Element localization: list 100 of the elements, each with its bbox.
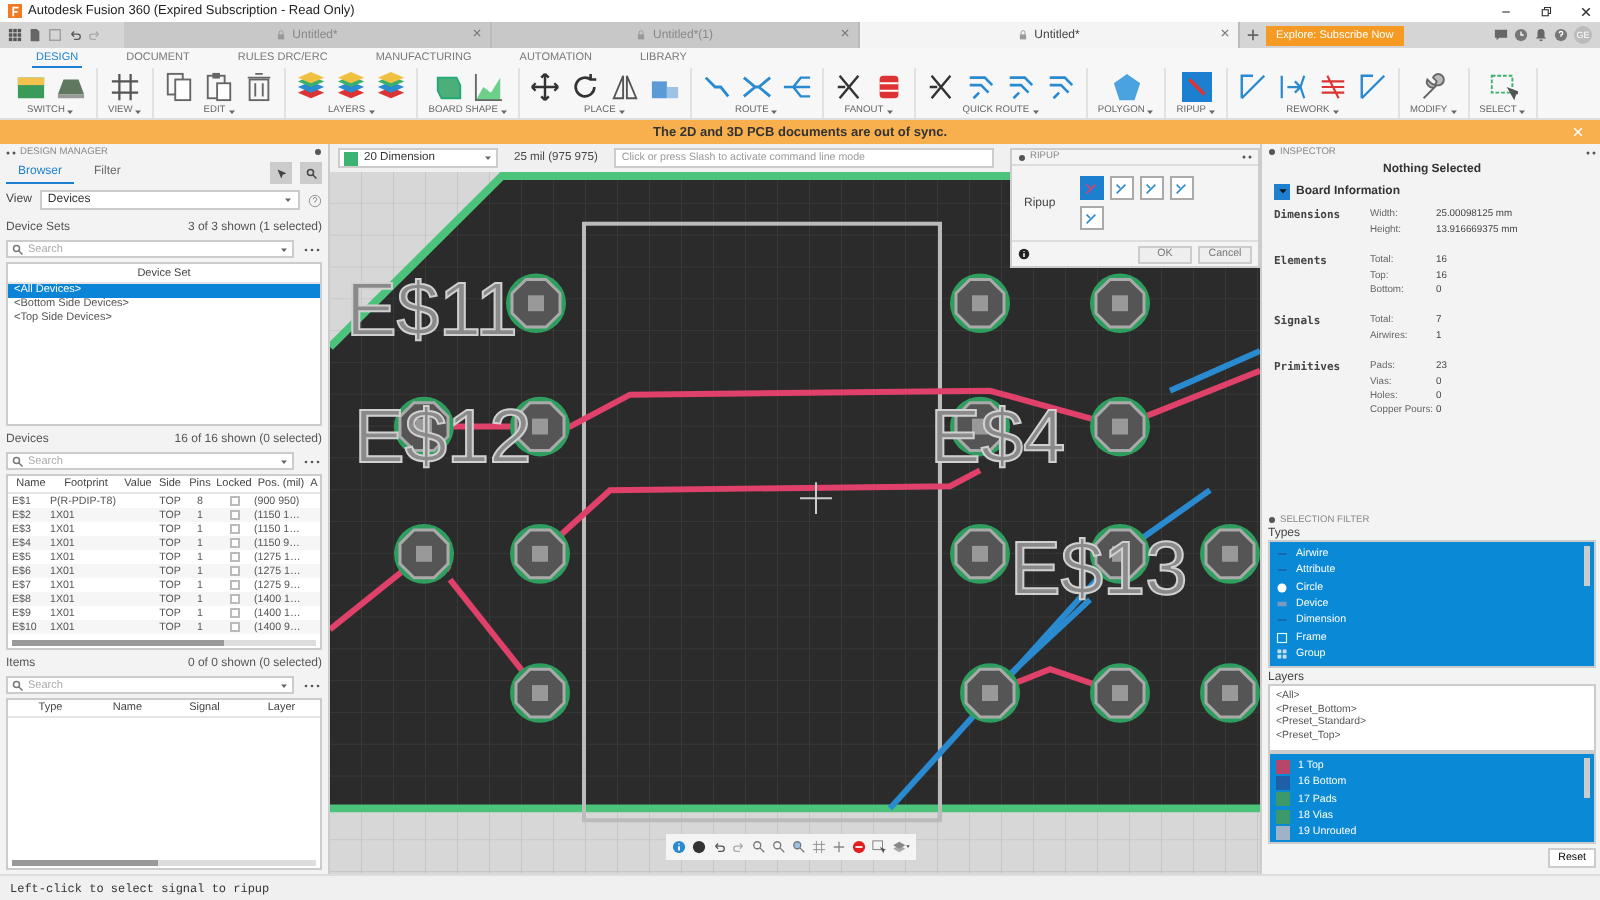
- board-icon[interactable]: [16, 72, 46, 102]
- caret-icon: [484, 154, 492, 162]
- rework-icon[interactable]: [1237, 72, 1268, 102]
- parallel-lines-icon[interactable]: [1317, 72, 1348, 102]
- help-icon[interactable]: [308, 193, 322, 207]
- locked-checkbox[interactable]: [229, 594, 239, 604]
- locked-checkbox[interactable]: [229, 538, 239, 548]
- select-tool-button[interactable]: [270, 162, 292, 184]
- route-icon[interactable]: [701, 72, 732, 102]
- layers-icon[interactable]: [296, 72, 327, 102]
- arrow-to-line-icon[interactable]: [1277, 72, 1308, 102]
- trace-icon: [1144, 181, 1159, 195]
- trash-icon[interactable]: [244, 72, 275, 102]
- ripup-option-button[interactable]: [1169, 176, 1194, 200]
- move-icon[interactable]: [529, 72, 560, 102]
- caret-icon: [284, 196, 292, 204]
- wrench-icon[interactable]: [1418, 72, 1449, 102]
- plus-icon[interactable]: [1246, 28, 1260, 42]
- trace-icon: [1174, 181, 1189, 195]
- apps-grid-icon[interactable]: [8, 28, 22, 42]
- zoom-tool-button[interactable]: [300, 162, 322, 184]
- vertical-scrollbar[interactable]: [1584, 546, 1590, 586]
- rotate-icon[interactable]: [569, 72, 600, 102]
- line-icon: [1276, 548, 1288, 561]
- layers-icon[interactable]: [336, 72, 367, 102]
- locked-checkbox[interactable]: [229, 552, 239, 562]
- layers-icon[interactable]: [892, 840, 910, 854]
- zoom-out-icon[interactable]: [772, 840, 786, 854]
- chat-icon[interactable]: [1494, 28, 1508, 42]
- trace-icon: [1084, 211, 1099, 225]
- search-icon: [12, 243, 24, 255]
- locked-checkbox[interactable]: [229, 524, 239, 534]
- search-icon: [12, 679, 24, 691]
- zoom-fit-icon[interactable]: [792, 840, 806, 854]
- ripup-option-button[interactable]: [1109, 176, 1134, 200]
- copy-icon[interactable]: [164, 72, 195, 102]
- split-route-icon[interactable]: [741, 72, 772, 102]
- scissor-route-icon[interactable]: [925, 72, 956, 102]
- caret-icon: [280, 457, 288, 465]
- locked-checkbox[interactable]: [229, 496, 239, 506]
- quick-route-icon[interactable]: [1045, 72, 1076, 102]
- grid-icon[interactable]: [110, 72, 141, 102]
- panel-options-icon: [1586, 149, 1596, 155]
- paste-icon[interactable]: [204, 72, 235, 102]
- fan-lines-icon[interactable]: [781, 72, 812, 102]
- close-icon[interactable]: [1580, 5, 1592, 17]
- ripup-option-button[interactable]: [1079, 206, 1104, 230]
- quick-route-icon[interactable]: [965, 72, 996, 102]
- undo-icon[interactable]: [712, 840, 726, 854]
- plus-icon[interactable]: [832, 840, 846, 854]
- mirror-icon[interactable]: [609, 72, 640, 102]
- redo-icon[interactable]: [732, 840, 746, 854]
- lock-icon: [1018, 30, 1029, 40]
- lock-icon: [636, 30, 647, 40]
- locked-checkbox[interactable]: [229, 622, 239, 632]
- caret-icon: [1277, 186, 1287, 196]
- minimize-icon[interactable]: [1500, 5, 1512, 17]
- horizontal-scrollbar[interactable]: [12, 640, 316, 646]
- group-icon: [1276, 647, 1288, 660]
- pointer-icon: [275, 167, 287, 179]
- caret-icon: [280, 681, 288, 689]
- more-icon[interactable]: [302, 679, 322, 691]
- stop-icon[interactable]: [852, 840, 866, 854]
- zoom-in-icon[interactable]: [752, 840, 766, 854]
- bell-icon[interactable]: [1534, 28, 1548, 42]
- horizontal-scrollbar[interactable]: [12, 860, 316, 866]
- circle-icon: [1276, 581, 1288, 594]
- locked-checkbox[interactable]: [229, 608, 239, 618]
- locked-checkbox[interactable]: [229, 566, 239, 576]
- locked-checkbox[interactable]: [229, 580, 239, 590]
- help-icon[interactable]: [1554, 28, 1568, 42]
- rework-icon[interactable]: [1357, 72, 1388, 102]
- quick-route-icon[interactable]: [1005, 72, 1036, 102]
- zoom-icon: [305, 167, 317, 179]
- layers-icon[interactable]: [376, 72, 407, 102]
- pentagon-icon[interactable]: [1111, 72, 1142, 102]
- ripup-option-button[interactable]: [1139, 176, 1164, 200]
- more-icon[interactable]: [302, 243, 322, 255]
- restore-icon[interactable]: [1540, 5, 1552, 17]
- lock-icon: [276, 30, 287, 40]
- ripup-option-button[interactable]: [1079, 176, 1104, 200]
- ripup-icon[interactable]: [1181, 72, 1212, 102]
- panel-options-icon: [6, 149, 16, 155]
- board-shape-icon[interactable]: [433, 72, 464, 102]
- select-icon[interactable]: [872, 840, 886, 854]
- clock-icon[interactable]: [1514, 28, 1528, 42]
- file-icon[interactable]: [28, 28, 42, 42]
- scissor-route-icon[interactable]: [833, 72, 864, 102]
- more-icon[interactable]: [302, 455, 322, 467]
- select-icon[interactable]: [1487, 72, 1518, 102]
- expand-toggle[interactable]: [1274, 183, 1290, 199]
- info-icon[interactable]: [1018, 248, 1030, 260]
- area-chart-icon[interactable]: [473, 72, 504, 102]
- trace-icon: [1114, 181, 1129, 195]
- locked-checkbox[interactable]: [229, 510, 239, 520]
- vertical-scrollbar[interactable]: [1584, 758, 1590, 798]
- caret-icon: [280, 245, 288, 253]
- line-icon: [1276, 614, 1288, 627]
- trace-icon: [1084, 181, 1099, 195]
- undo-icon[interactable]: [68, 28, 82, 42]
